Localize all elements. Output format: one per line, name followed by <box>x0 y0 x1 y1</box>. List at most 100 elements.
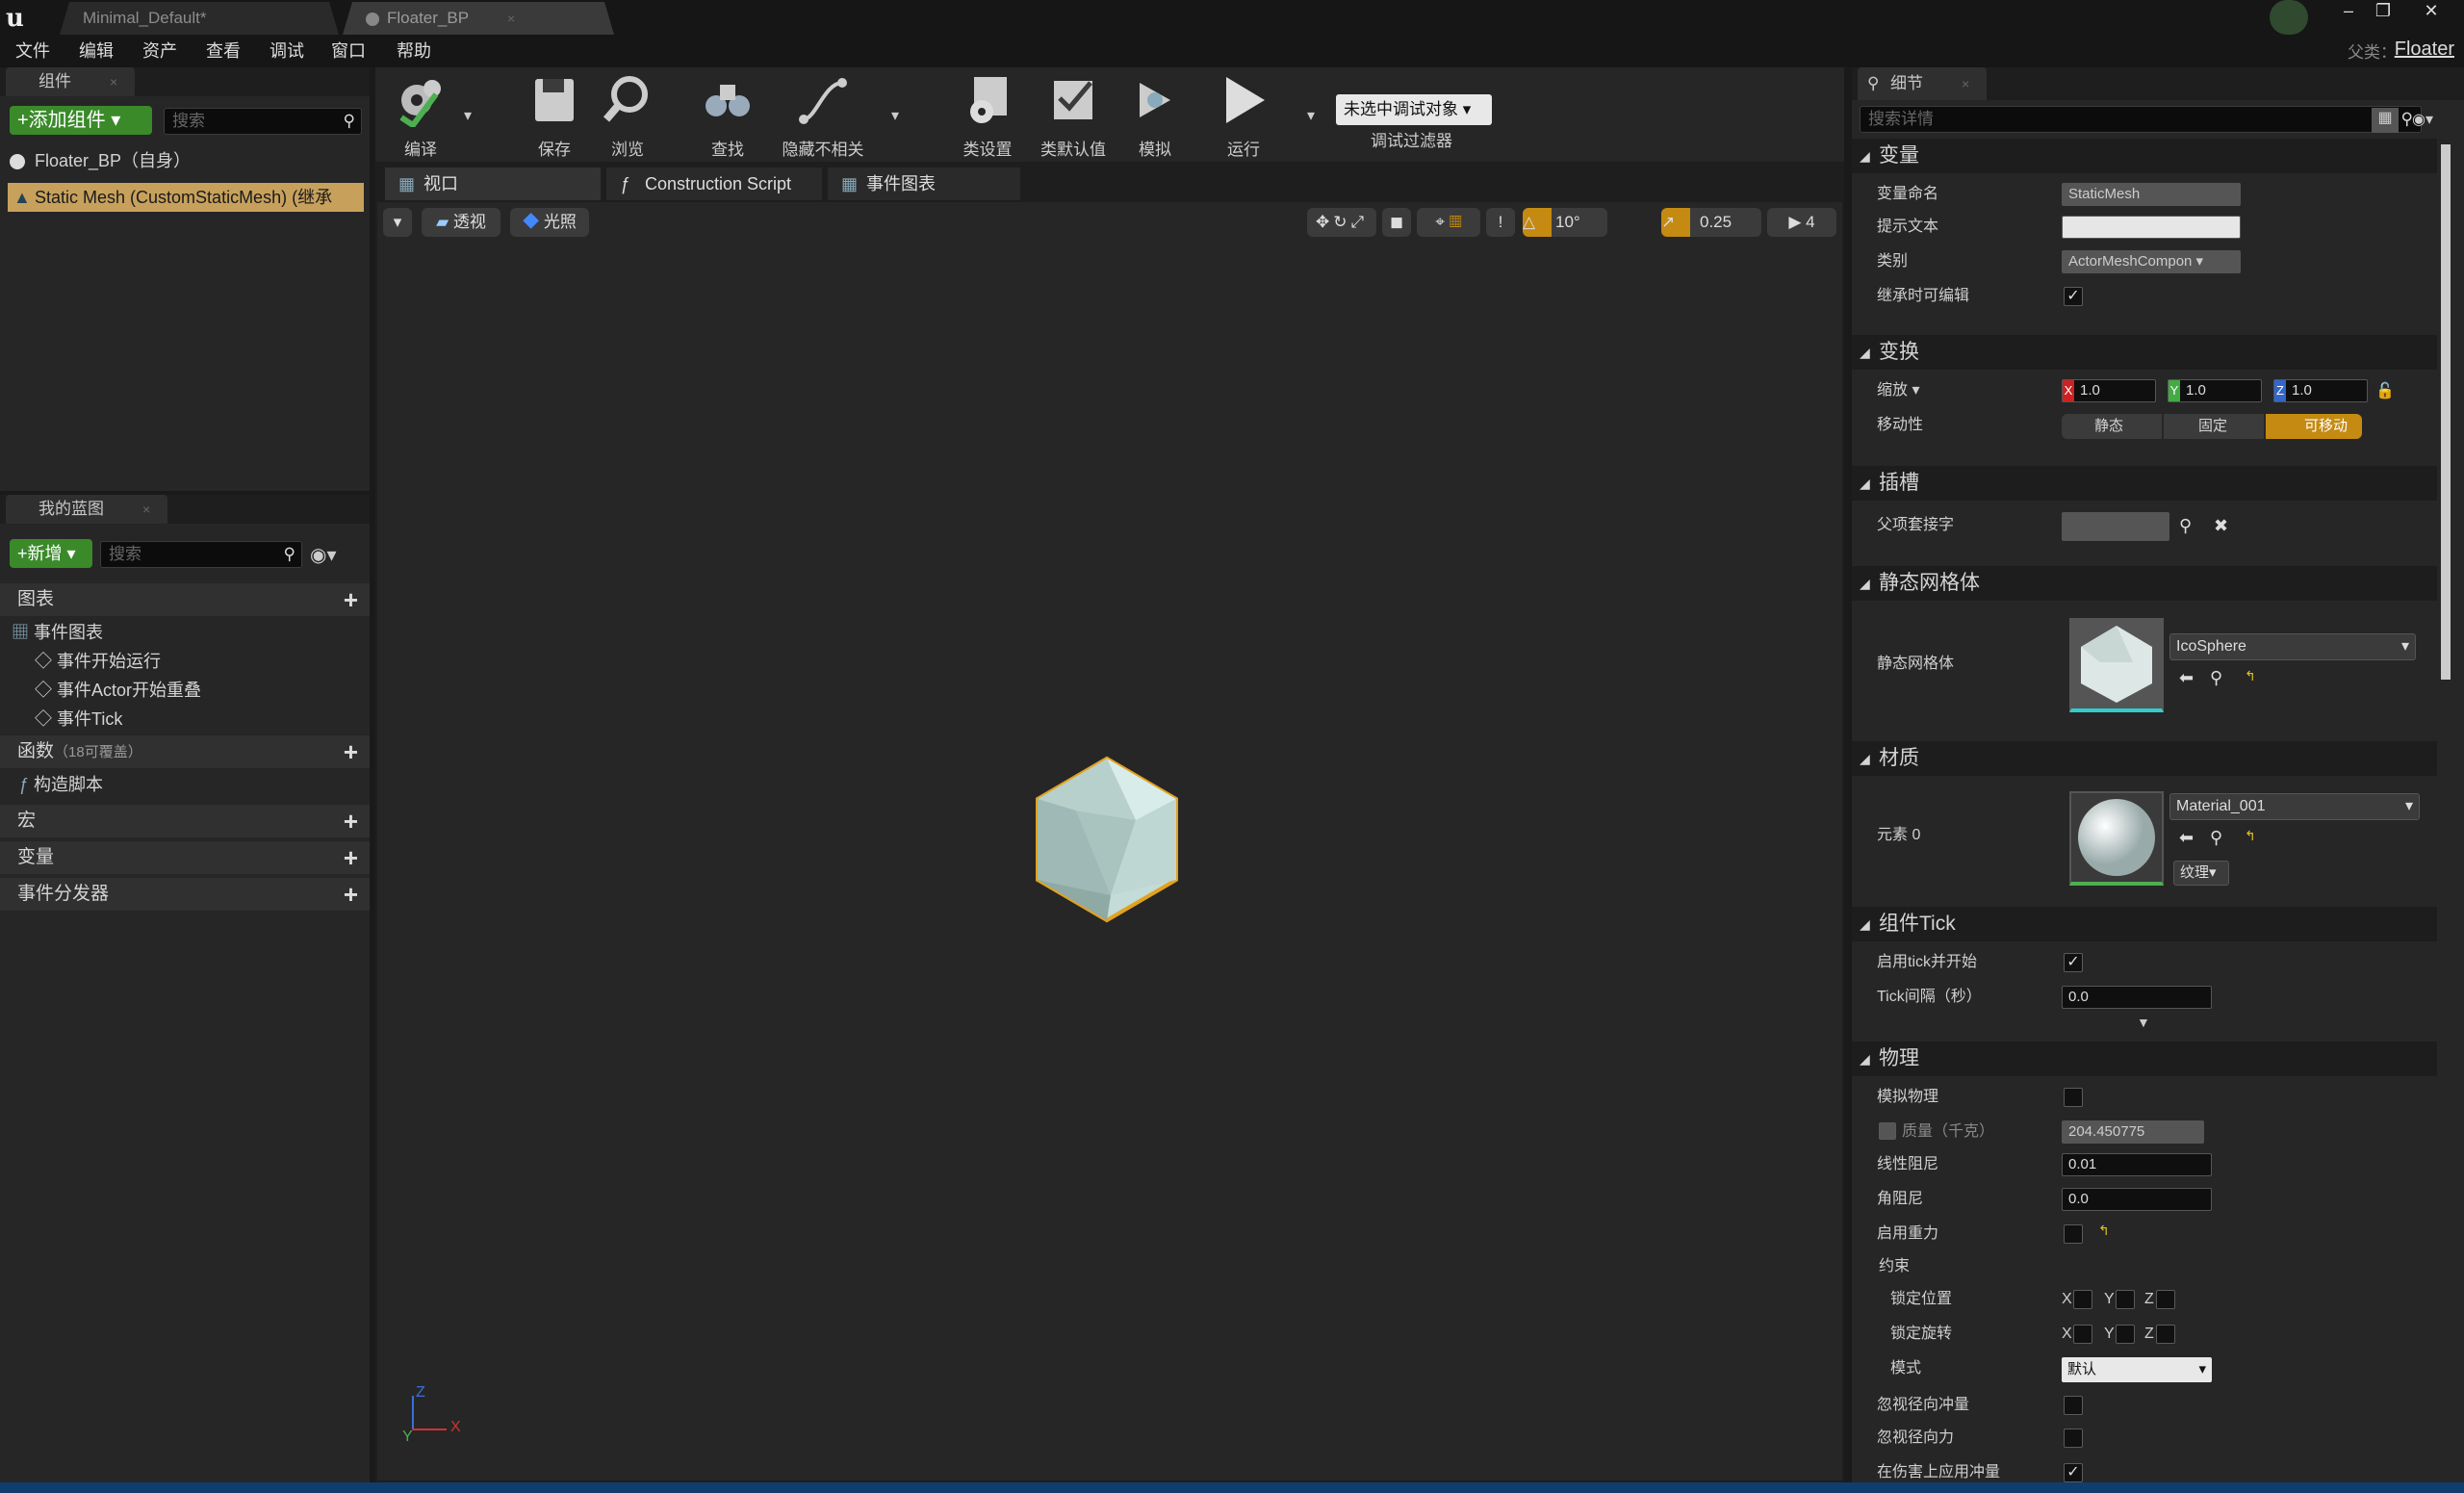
close-window-icon[interactable]: ✕ <box>2414 0 2449 21</box>
section-graphs[interactable]: 图表 + <box>0 583 370 616</box>
tooltip-field[interactable] <box>2062 216 2241 239</box>
rotation-snap-icon[interactable]: △ <box>1523 208 1552 237</box>
variable-name-field[interactable]: StaticMesh <box>2062 183 2241 206</box>
section-component-tick[interactable]: ◢ 组件Tick <box>1852 907 2437 941</box>
use-selected-icon[interactable]: ⬅ <box>2179 668 2194 688</box>
scale-snap-value[interactable]: 0.25 <box>1700 213 1732 231</box>
tab-my-blueprint[interactable]: 我的蓝图 × <box>6 495 168 524</box>
ignore-radial-force-checkbox[interactable] <box>2064 1429 2083 1448</box>
new-button[interactable]: +新增 ▾ <box>10 539 92 568</box>
collapse-icon[interactable]: ◢ <box>1860 1042 1870 1076</box>
add-icon[interactable]: + <box>344 583 358 616</box>
details-scrollbar[interactable] <box>2441 144 2451 680</box>
parent-socket-field[interactable] <box>2062 512 2169 541</box>
translate-icon[interactable]: ✥ <box>1316 213 1333 231</box>
scale-snap-icon[interactable]: ↗ <box>1661 208 1690 237</box>
menu-debug[interactable]: 调试 <box>270 35 304 67</box>
menu-view[interactable]: 查看 <box>206 35 241 67</box>
mass-override-checkbox[interactable] <box>1879 1122 1896 1140</box>
constraints-label[interactable]: 约束 <box>1879 1249 1910 1284</box>
close-icon[interactable]: × <box>507 11 515 26</box>
texture-button[interactable]: 纹理▾ <box>2173 861 2229 886</box>
section-physics[interactable]: ◢ 物理 <box>1852 1042 2437 1076</box>
menu-file[interactable]: 文件 <box>15 35 50 67</box>
apply-impulse-damage-checkbox[interactable]: ✓ <box>2064 1463 2083 1482</box>
scale-x-field[interactable]: X 1.0 <box>2062 379 2156 402</box>
browse-asset-icon[interactable]: ⚲ <box>2210 828 2222 848</box>
add-icon[interactable]: + <box>344 878 358 911</box>
debug-object-select[interactable]: 未选中调试对象 ▾ <box>1336 94 1492 125</box>
expand-advanced-icon[interactable]: ▼ <box>2137 1015 2150 1030</box>
tick-start-checkbox[interactable]: ✓ <box>2064 953 2083 972</box>
viewport[interactable]: ▾ ▰ 透视 ◆ 光照 ✥↻⤢ ◼ ⌖ ▦ ! △ 10° ↗ 0.25 ▶ 4 <box>377 202 1842 1480</box>
event-graph-item[interactable]: ▦ 事件图表 <box>12 618 358 647</box>
collapse-icon[interactable]: ◢ <box>1860 139 1870 173</box>
lock-pos-y-checkbox[interactable] <box>2116 1290 2135 1309</box>
restore-icon[interactable]: ❐ <box>2366 0 2400 21</box>
angular-damping-field[interactable]: 0.0 <box>2062 1188 2212 1211</box>
close-icon[interactable]: × <box>110 74 117 90</box>
compile-dropdown-icon[interactable]: ▾ <box>464 106 472 125</box>
reset-icon[interactable]: ↰ <box>2098 1223 2110 1239</box>
menu-help[interactable]: 帮助 <box>397 35 431 67</box>
scale-snap-toggle[interactable]: ↗ 0.25 <box>1661 208 1761 237</box>
surface-snap-icon[interactable]: ⌖ <box>1435 213 1445 231</box>
mode-combo[interactable]: 默认 ▾ <box>2062 1357 2212 1382</box>
section-sockets[interactable]: ◢ 插槽 <box>1852 466 2437 501</box>
static-mesh-combo[interactable]: IcoSphere ▾ <box>2169 633 2416 660</box>
menu-edit[interactable]: 编辑 <box>79 35 114 67</box>
socket-search-icon[interactable]: ⚲ <box>2179 516 2192 536</box>
transform-tools[interactable]: ✥↻⤢ <box>1307 208 1376 237</box>
rotate-icon[interactable]: ↻ <box>1333 213 1350 231</box>
doc-tab-level[interactable]: Minimal_Default* <box>60 2 339 35</box>
collapse-icon[interactable]: ◢ <box>1860 741 1870 776</box>
material-thumbnail[interactable] <box>2069 791 2164 886</box>
editable-checkbox[interactable]: ✓ <box>2064 287 2083 306</box>
add-icon[interactable]: + <box>344 805 358 837</box>
browse-button[interactable]: 浏览 <box>593 67 662 162</box>
add-component-button[interactable]: +添加组件 ▾ <box>10 106 152 135</box>
tick-interval-field[interactable]: 0.0 <box>2062 986 2212 1009</box>
static-mesh-thumbnail[interactable] <box>2069 618 2164 712</box>
section-event-dispatchers[interactable]: 事件分发器 + <box>0 878 370 911</box>
simulate-button[interactable]: 模拟 <box>1120 67 1190 162</box>
section-functions[interactable]: 函数（18可覆盖） + <box>0 735 370 768</box>
parent-class-link[interactable]: Floater <box>2395 39 2454 61</box>
tab-event-graph[interactable]: ▦ 事件图表 <box>828 167 1020 200</box>
gravity-checkbox[interactable] <box>2064 1224 2083 1244</box>
section-variable[interactable]: ◢ 变量 <box>1852 139 2437 173</box>
class-settings-button[interactable]: 类设置 <box>949 67 1026 162</box>
add-icon[interactable]: + <box>344 735 358 768</box>
view-options-grid-icon[interactable]: ▦ <box>2372 108 2399 133</box>
viewport-options-button[interactable]: ▾ <box>383 208 412 237</box>
mobility-static[interactable]: 静态 <box>2062 414 2162 439</box>
grid-icon[interactable]: ▦ <box>1450 213 1462 231</box>
linear-damping-field[interactable]: 0.01 <box>2062 1153 2212 1176</box>
tab-construction-script[interactable]: ƒ Construction Script <box>606 167 822 200</box>
play-dropdown-icon[interactable]: ▾ <box>1307 106 1315 125</box>
scale-icon[interactable]: ⤢ <box>1350 213 1368 231</box>
section-static-mesh[interactable]: ◢ 静态网格体 <box>1852 566 2437 601</box>
minimize-icon[interactable]: ‒ <box>2331 0 2366 21</box>
lock-icon[interactable]: 🔓 <box>2375 381 2395 400</box>
perspective-button[interactable]: ▰ 透视 <box>422 208 500 237</box>
grid-snap-toggle[interactable]: ⌖ ▦ <box>1417 208 1480 237</box>
socket-clear-icon[interactable]: ✖ <box>2214 516 2228 536</box>
rotation-snap-value[interactable]: 10° <box>1555 213 1580 231</box>
component-root-item[interactable]: Floater_BP（自身） <box>10 146 366 175</box>
my-blueprint-search-input[interactable]: 搜索 ⚲ <box>100 541 302 568</box>
menu-asset[interactable]: 资产 <box>142 35 177 67</box>
event-actor-begin-overlap[interactable]: ◇ 事件Actor开始重叠 <box>35 676 362 705</box>
world-local-icon[interactable]: ◼ <box>1382 208 1411 237</box>
section-materials[interactable]: ◢ 材质 <box>1852 741 2437 776</box>
construction-script-item[interactable]: ƒ 构造脚本 <box>19 770 346 799</box>
reset-icon[interactable]: ↰ <box>2245 828 2256 844</box>
tab-viewport[interactable]: ▦ 视口 <box>385 167 601 200</box>
component-static-mesh-item[interactable]: ▲ Static Mesh (CustomStaticMesh) (继承 <box>8 183 364 212</box>
event-begin-play[interactable]: ◇ 事件开始运行 <box>35 647 362 676</box>
lock-pos-z-checkbox[interactable] <box>2156 1290 2175 1309</box>
menu-window[interactable]: 窗口 <box>331 35 366 67</box>
section-macros[interactable]: 宏 + <box>0 805 370 837</box>
hide-unrelated-button[interactable]: 隐藏不相关 <box>770 67 876 162</box>
ignore-radial-impulse-checkbox[interactable] <box>2064 1396 2083 1415</box>
